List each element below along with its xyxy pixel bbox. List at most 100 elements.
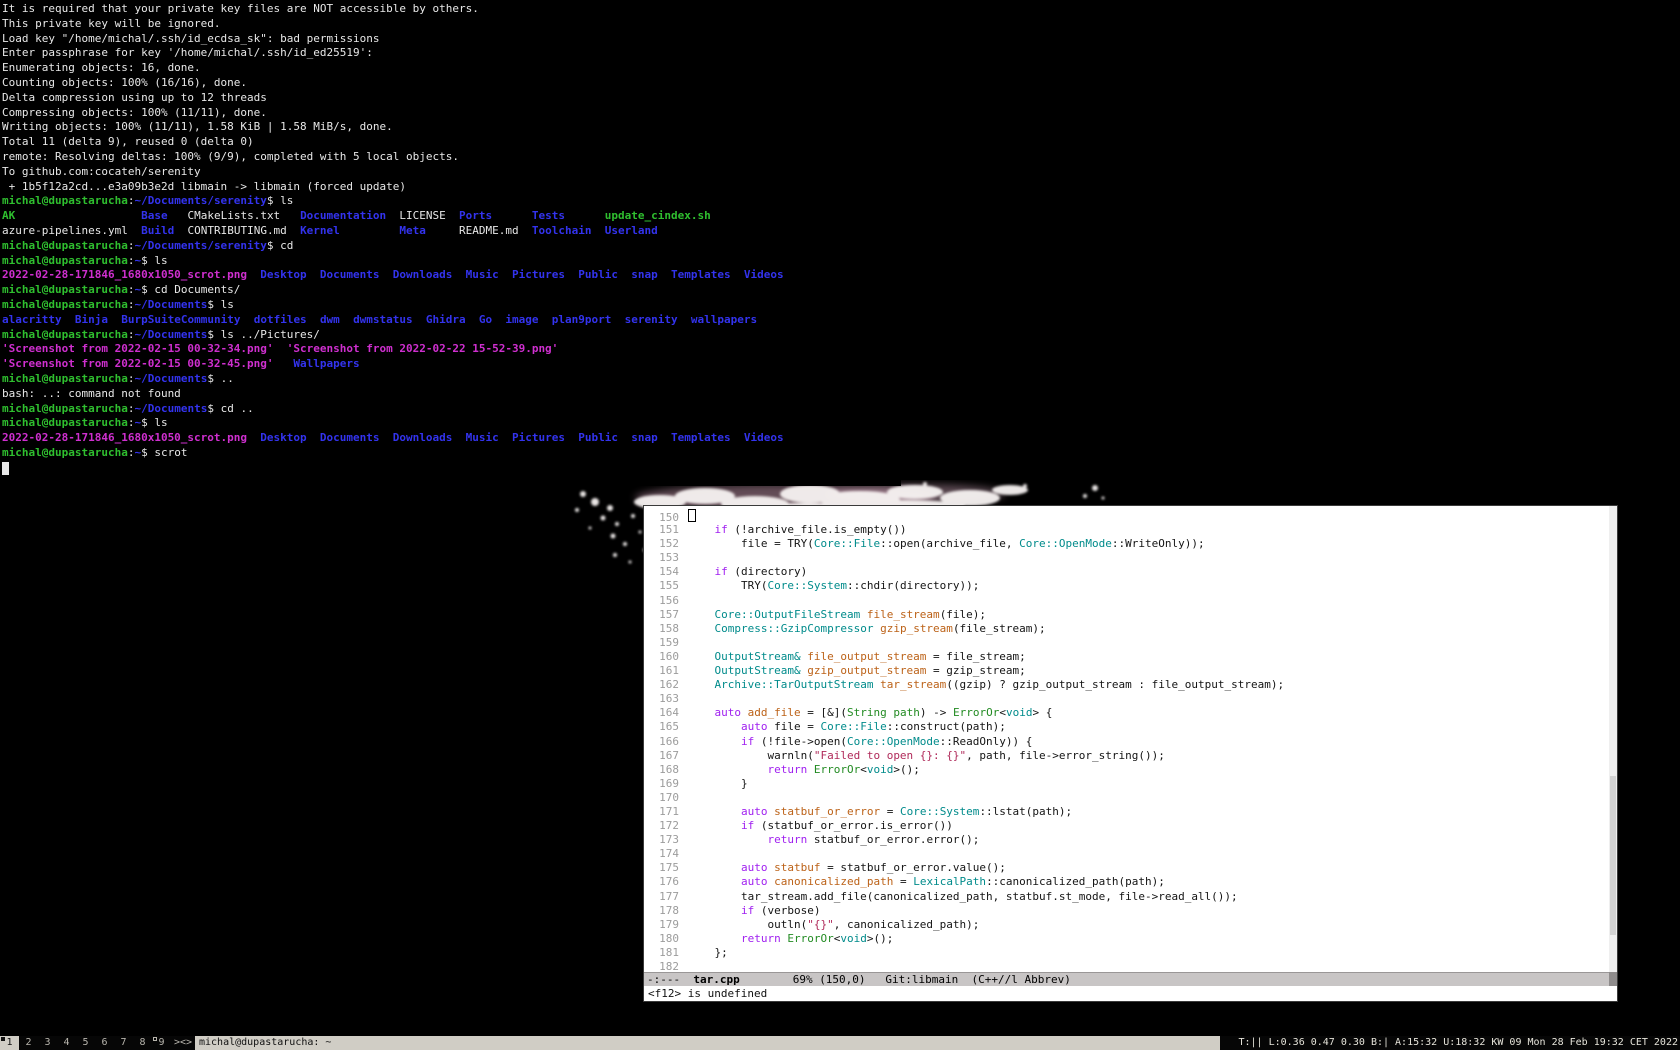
editor-code-line[interactable]: 170 <box>644 791 1609 805</box>
modeline-right-cap <box>1609 972 1617 986</box>
layout-symbol[interactable]: ><> <box>171 1036 195 1050</box>
line-number: 166 <box>644 735 688 749</box>
editor-code-line[interactable]: 157 Core::OutputFileStream file_stream(f… <box>644 608 1609 622</box>
terminal-line: remote: Resolving deltas: 100% (9/9), co… <box>2 150 901 165</box>
terminal-line: michal@dupastarucha:~$ ls <box>2 254 901 269</box>
editor-code-line[interactable]: 167 warnln("Failed to open {}: {}", path… <box>644 749 1609 763</box>
terminal-line: Load key "/home/michal/.ssh/id_ecdsa_sk"… <box>2 32 901 47</box>
editor-code-line[interactable]: 158 Compress::GzipCompressor gzip_stream… <box>644 622 1609 636</box>
editor-code-line[interactable]: 159 <box>644 636 1609 650</box>
editor-code-line[interactable]: 164 auto add_file = [&](String path) -> … <box>644 706 1609 720</box>
terminal-line: alacritty Binja BurpSuiteCommunity dotfi… <box>2 313 901 328</box>
terminal-line: Enumerating objects: 16, done. <box>2 61 901 76</box>
editor-code-line[interactable]: 176 auto canonicalized_path = LexicalPat… <box>644 875 1609 889</box>
terminal-line: Compressing objects: 100% (11/11), done. <box>2 106 901 121</box>
editor-code-area[interactable]: 150151 if (!archive_file.is_empty())152 … <box>644 506 1609 972</box>
terminal-line: michal@dupastarucha:~$ scrot <box>2 446 901 461</box>
line-number: 176 <box>644 875 688 889</box>
editor-code-line[interactable]: 171 auto statbuf_or_error = Core::System… <box>644 805 1609 819</box>
workspace-tag-8[interactable]: 8 <box>133 1036 152 1050</box>
line-number: 174 <box>644 847 688 861</box>
terminal-line: michal@dupastarucha:~$ cd Documents/ <box>2 283 901 298</box>
editor-window[interactable]: 150151 if (!archive_file.is_empty())152 … <box>643 505 1618 1002</box>
workspace-tag-3[interactable]: 3 <box>38 1036 57 1050</box>
modeline-filename: tar.cpp <box>693 973 739 986</box>
editor-code-line[interactable]: 165 auto file = Core::File::construct(pa… <box>644 720 1609 734</box>
editor-code-line[interactable]: 174 <box>644 847 1609 861</box>
editor-code-line[interactable]: 163 <box>644 692 1609 706</box>
editor-code-line[interactable]: 177 tar_stream.add_file(canonicalized_pa… <box>644 890 1609 904</box>
line-number: 182 <box>644 960 688 972</box>
terminal-line: To github.com:cocateh/serenity <box>2 165 901 180</box>
editor-code-line[interactable]: 156 <box>644 594 1609 608</box>
terminal-line: michal@dupastarucha:~/Documents$ ls ../P… <box>2 328 901 343</box>
editor-code-line[interactable]: 155 TRY(Core::System::chdir(directory)); <box>644 579 1609 593</box>
tag-label: 3 <box>44 1037 50 1048</box>
terminal-line: michal@dupastarucha:~/Documents/serenity… <box>2 194 901 209</box>
editor-code-line[interactable]: 150 <box>644 509 1609 523</box>
line-number: 169 <box>644 777 688 791</box>
modeline-prefix: -:--- <box>647 973 693 986</box>
status-bar: 1 2 3456789 ><> michal@dupastarucha: ~ T:|… <box>0 1036 1680 1050</box>
editor-code-line[interactable]: 178 if (verbose) <box>644 904 1609 918</box>
line-number: 172 <box>644 819 688 833</box>
editor-code-line[interactable]: 179 outln("{}", canonicalized_path); <box>644 918 1609 932</box>
line-number: 180 <box>644 932 688 946</box>
tag-label: 1 <box>6 1037 12 1048</box>
tag-list: 1 2 3456789 <box>0 1036 171 1050</box>
terminal-line: michal@dupastarucha:~/Documents$ cd .. <box>2 402 901 417</box>
terminal-line: Enter passphrase for key '/home/michal/.… <box>2 46 901 61</box>
workspace-tag-9[interactable]: 9 <box>152 1036 171 1050</box>
line-number: 167 <box>644 749 688 763</box>
terminal-line: This private key will be ignored. <box>2 17 901 32</box>
editor-code-line[interactable]: 182 <box>644 960 1609 972</box>
editor-code-line[interactable]: 168 return ErrorOr<void>(); <box>644 763 1609 777</box>
workspace-tag-7[interactable]: 7 <box>114 1036 133 1050</box>
terminal-line: Writing objects: 100% (11/11), 1.58 KiB … <box>2 120 901 135</box>
editor-code-line[interactable]: 151 if (!archive_file.is_empty()) <box>644 523 1609 537</box>
terminal-line: michal@dupastarucha:~/Documents$ .. <box>2 372 901 387</box>
line-number: 154 <box>644 565 688 579</box>
focused-window-title[interactable]: michal@dupastarucha: ~ <box>195 1036 1220 1050</box>
editor-code-line[interactable]: 166 if (!file->open(Core::OpenMode::Read… <box>644 735 1609 749</box>
editor-code-line[interactable]: 180 return ErrorOr<void>(); <box>644 932 1609 946</box>
workspace-tag-6[interactable]: 6 <box>95 1036 114 1050</box>
status-text: T:|| L:0.36 0.47 0.30 B:| A:15:32 U:18:3… <box>1220 1036 1680 1050</box>
desktop: It is required that your private key fil… <box>0 0 1680 1050</box>
line-number: 151 <box>644 523 688 537</box>
tag-client-indicator <box>1 1037 5 1041</box>
editor-code-line[interactable]: 160 OutputStream& file_output_stream = f… <box>644 650 1609 664</box>
editor-code-line[interactable]: 153 <box>644 551 1609 565</box>
editor-code-line[interactable]: 181 }; <box>644 946 1609 960</box>
tag-label: 2 <box>25 1037 31 1048</box>
workspace-tag-5[interactable]: 5 <box>76 1036 95 1050</box>
line-number: 170 <box>644 791 688 805</box>
terminal-line: Counting objects: 100% (16/16), done. <box>2 76 901 91</box>
editor-code-line[interactable]: 154 if (directory) <box>644 565 1609 579</box>
editor-code-line[interactable]: 172 if (statbuf_or_error.is_error()) <box>644 819 1609 833</box>
line-number: 158 <box>644 622 688 636</box>
workspace-tag-1[interactable]: 1 <box>0 1036 19 1050</box>
editor-code-line[interactable]: 169 } <box>644 777 1609 791</box>
editor-modeline: -:--- tar.cpp 69% (150,0) Git:libmain (C… <box>644 972 1609 986</box>
terminal-line: michal@dupastarucha:~/Documents$ ls <box>2 298 901 313</box>
terminal-line: It is required that your private key fil… <box>2 2 901 17</box>
editor-scrollbar[interactable] <box>1609 506 1617 972</box>
editor-code-line[interactable]: 152 file = TRY(Core::File::open(archive_… <box>644 537 1609 551</box>
terminal-window[interactable]: It is required that your private key fil… <box>0 0 901 486</box>
line-number: 157 <box>644 608 688 622</box>
workspace-tag-2[interactable]: 2 <box>19 1036 38 1050</box>
editor-minibuffer[interactable]: <f12> is undefined <box>644 986 1617 1001</box>
editor-code-line[interactable]: 162 Archive::TarOutputStream tar_stream(… <box>644 678 1609 692</box>
editor-code-line[interactable]: 173 return statbuf_or_error.error(); <box>644 833 1609 847</box>
editor-code-line[interactable]: 175 auto statbuf = statbuf_or_error.valu… <box>644 861 1609 875</box>
line-number: 175 <box>644 861 688 875</box>
workspace-tag-4[interactable]: 4 <box>57 1036 76 1050</box>
line-number: 155 <box>644 579 688 593</box>
terminal-line: + 1b5f12a2cd...e3a09b3e2d libmain -> lib… <box>2 180 901 195</box>
editor-scrollbar-thumb[interactable] <box>1610 776 1616 934</box>
line-number: 161 <box>644 664 688 678</box>
terminal-line: AK Base CMakeLists.txt Documentation LIC… <box>2 209 901 224</box>
line-number: 168 <box>644 763 688 777</box>
editor-code-line[interactable]: 161 OutputStream& gzip_output_stream = g… <box>644 664 1609 678</box>
